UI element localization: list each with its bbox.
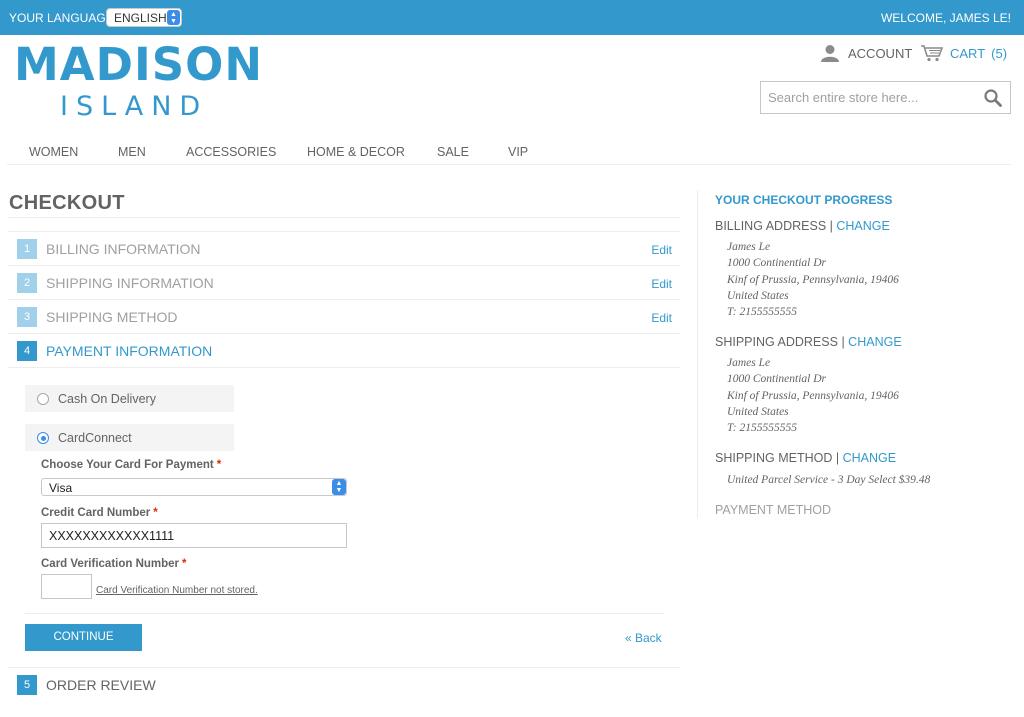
step-label: Payment Information <box>46 343 213 359</box>
payment-option-label: Cash On Delivery <box>58 392 156 406</box>
cart-link[interactable]: Cart (5) <box>920 44 1007 62</box>
cvv-info-link[interactable]: Card Verification Number not stored. <box>96 585 258 596</box>
edit-billing-link[interactable]: Edit <box>651 243 672 257</box>
step-shipping-information[interactable]: 2 Shipping Information Edit <box>8 265 680 299</box>
nav-item-accessories[interactable]: Accessories <box>186 145 276 159</box>
nav-item-vip[interactable]: VIP <box>508 145 528 159</box>
cc-number-label: Credit Card Number * <box>41 507 158 519</box>
shipping-address: James Le 1000 Continential Dr Kinf of Pr… <box>727 357 899 435</box>
search-box <box>760 81 1011 114</box>
card-type-select[interactable]: Visa ▲ ▼ <box>41 478 347 496</box>
payment-option-cardconnect[interactable]: CardConnect <box>25 424 234 451</box>
step-label: Order Review <box>46 677 156 693</box>
select-arrows-icon: ▲ ▼ <box>332 479 346 495</box>
shipping-address-heading: Shipping Address | Change <box>715 335 902 349</box>
shipping-method-value: United Parcel Service - 3 Day Select $39… <box>727 474 931 486</box>
payment-option-cash-on-delivery[interactable]: Cash On Delivery <box>25 385 234 412</box>
step-number: 5 <box>17 675 37 695</box>
step-label: Billing Information <box>46 241 201 257</box>
change-billing-link[interactable]: Change <box>836 219 889 233</box>
change-shipping-link[interactable]: Change <box>848 335 901 349</box>
cash-on-delivery-radio[interactable] <box>37 393 49 405</box>
billing-address-heading: Billing Address | Change <box>715 219 890 233</box>
back-link[interactable]: « Back <box>625 631 662 645</box>
cvv-input[interactable] <box>41 574 92 599</box>
card-type-label: Choose Your Card For Payment * <box>41 459 222 471</box>
payment-option-label: CardConnect <box>58 431 132 445</box>
change-shipping-method-link[interactable]: Change <box>843 451 896 465</box>
cart-icon <box>921 45 944 62</box>
language-select[interactable]: English ▲ ▼ <box>106 8 182 27</box>
shipping-method-heading: Shipping Method | Change <box>715 451 897 465</box>
step-number: 3 <box>17 307 37 327</box>
step-number: 1 <box>17 239 37 259</box>
edit-shipping-link[interactable]: Edit <box>651 277 672 291</box>
nav-item-women[interactable]: Women <box>29 145 78 159</box>
progress-title: Your Checkout Progress <box>715 193 893 207</box>
logo-title[interactable]: MADISON <box>14 38 263 91</box>
welcome-message: Welcome, James Le! <box>880 11 1011 25</box>
main-nav: Women Men Accessories Home & Decor Sale … <box>7 140 1011 165</box>
language-label: Your Language: <box>9 11 118 25</box>
cart-count: (5) <box>991 45 1008 61</box>
nav-item-sale[interactable]: Sale <box>437 145 469 159</box>
step-payment-information: 4 Payment Information <box>8 333 680 368</box>
divider <box>8 217 680 218</box>
step-order-review: 5 Order Review <box>8 667 680 701</box>
sidebar-divider <box>697 190 698 518</box>
step-label: Shipping Information <box>46 275 214 291</box>
search-button[interactable] <box>984 89 1002 112</box>
edit-shipping-method-link[interactable]: Edit <box>651 311 672 325</box>
continue-button[interactable]: Continue <box>25 624 142 651</box>
account-link[interactable]: Account <box>820 44 912 62</box>
step-number: 4 <box>17 341 37 361</box>
account-label: Account <box>848 45 913 61</box>
nav-item-men[interactable]: Men <box>118 145 146 159</box>
divider <box>25 613 664 614</box>
card-type-value: Visa <box>49 481 73 495</box>
search-icon <box>984 89 1002 107</box>
step-label: Shipping Method <box>46 309 178 325</box>
page-title: CHECKOUT <box>9 192 125 214</box>
cardconnect-radio[interactable] <box>37 432 49 444</box>
payment-method-heading: Payment Method <box>715 503 831 517</box>
language-value: English <box>114 11 167 25</box>
cc-number-input[interactable]: XXXXXXXXXXXX1111 <box>41 523 347 548</box>
cvv-label: Card Verification Number * <box>41 558 187 570</box>
step-billing-information[interactable]: 1 Billing Information Edit <box>8 231 680 265</box>
step-shipping-method[interactable]: 3 Shipping Method Edit <box>8 299 680 333</box>
top-bar: Your Language: English ▲ ▼ Welcome, James… <box>0 0 1024 35</box>
select-arrows-icon: ▲ ▼ <box>167 10 180 25</box>
step-number: 2 <box>17 273 37 293</box>
nav-item-home-decor[interactable]: Home & Decor <box>307 145 405 159</box>
user-icon <box>821 45 839 62</box>
logo-subtitle[interactable]: ISLAND <box>60 91 208 122</box>
search-input[interactable] <box>761 82 971 113</box>
cart-label: Cart <box>950 45 986 61</box>
billing-address: James Le 1000 Continential Dr Kinf of Pr… <box>727 241 899 319</box>
